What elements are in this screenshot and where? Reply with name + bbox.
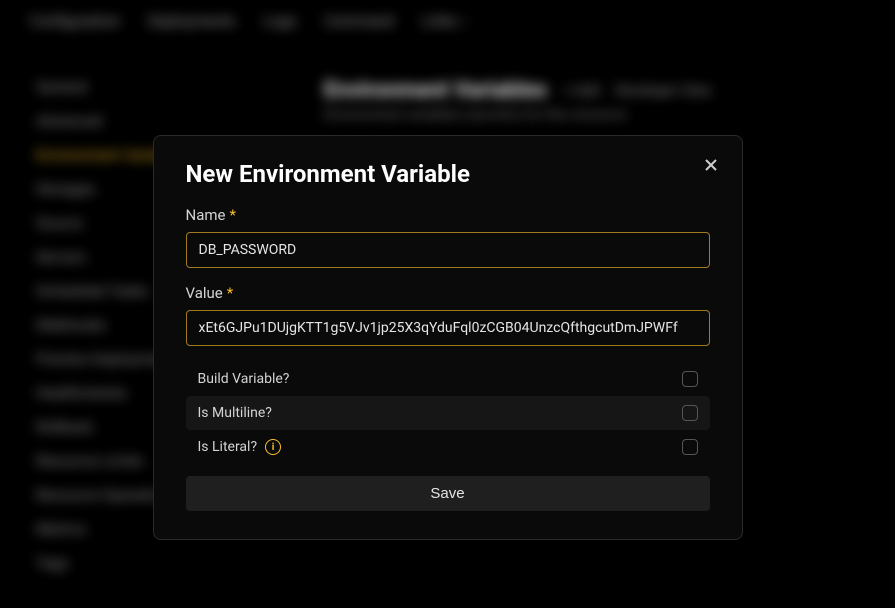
- close-icon: [703, 157, 719, 173]
- modal-title: New Environment Variable: [186, 160, 710, 188]
- literal-row: Is Literal? i: [186, 430, 710, 464]
- build-variable-row: Build Variable?: [186, 362, 710, 396]
- required-indicator: *: [227, 284, 233, 302]
- literal-checkbox[interactable]: [682, 439, 698, 455]
- name-label-text: Name: [186, 206, 226, 224]
- multiline-row: Is Multiline?: [186, 396, 710, 430]
- build-variable-checkbox[interactable]: [682, 371, 698, 387]
- value-input[interactable]: [186, 310, 710, 346]
- new-env-var-modal: New Environment Variable Name * Value * …: [153, 135, 743, 540]
- name-label: Name *: [186, 206, 710, 224]
- modal-overlay: New Environment Variable Name * Value * …: [0, 0, 895, 608]
- name-input[interactable]: [186, 232, 710, 268]
- literal-label: Is Literal?: [198, 439, 258, 455]
- value-label-text: Value: [186, 284, 223, 302]
- info-icon[interactable]: i: [265, 439, 281, 455]
- save-button[interactable]: Save: [186, 476, 710, 511]
- multiline-label: Is Multiline?: [198, 405, 272, 421]
- required-indicator: *: [229, 206, 235, 224]
- value-label: Value *: [186, 284, 710, 302]
- multiline-checkbox[interactable]: [682, 405, 698, 421]
- build-variable-label: Build Variable?: [198, 371, 290, 387]
- close-button[interactable]: [700, 154, 722, 176]
